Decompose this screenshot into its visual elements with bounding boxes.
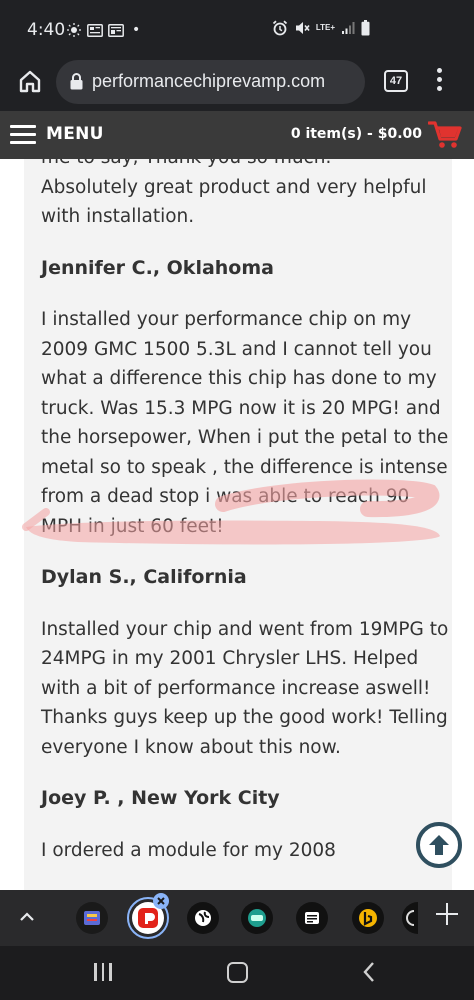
partial-app-icon[interactable] [402, 902, 418, 934]
home-icon [19, 70, 41, 93]
news-notification-icon [87, 23, 103, 37]
cart-icon[interactable] [428, 120, 462, 150]
review-text: I installed your performance chip on my … [41, 309, 449, 537]
browser-toolbar: performancechiprevamp.com 47 [0, 58, 474, 111]
tab-switcher-button[interactable]: 47 [384, 70, 408, 92]
battery-icon [361, 20, 370, 36]
add-app-button[interactable] [436, 903, 458, 925]
arrow-up-icon [429, 835, 449, 855]
chevron-up-icon[interactable] [16, 906, 38, 928]
reviewer-name: Joey P. , New York City [41, 787, 280, 809]
address-bar[interactable]: performancechiprevamp.com [56, 60, 365, 104]
kebab-dot [436, 86, 442, 91]
weather-icon [67, 23, 81, 37]
close-icon[interactable] [153, 893, 169, 909]
status-bar: 4:40 • LTE+ [0, 0, 474, 58]
signal-icon [342, 22, 355, 34]
chat-app-icon[interactable] [241, 902, 273, 934]
review-text-partial: me to say, Thank you so much. [41, 159, 451, 173]
alarm-icon [272, 20, 287, 36]
more-options-button[interactable] [434, 68, 444, 94]
reviewer-name: Dylan S., California [41, 566, 247, 588]
home-nav-button[interactable] [227, 962, 248, 983]
kebab-dot [436, 77, 442, 82]
lock-icon[interactable] [70, 73, 83, 90]
hamburger-icon[interactable] [10, 125, 36, 145]
mute-icon [295, 22, 310, 34]
bing-app-icon[interactable] [352, 902, 384, 934]
page-content: me to say, Thank you so much. Absolutely… [0, 159, 474, 890]
system-nav-bar [0, 946, 474, 1000]
recents-button[interactable] [94, 963, 112, 981]
menu-button[interactable]: MENU [46, 124, 104, 144]
news-app-icon[interactable] [76, 902, 108, 934]
review-text: Installed your chip and went from 19MPG … [41, 618, 449, 758]
browser-app-icon[interactable] [187, 902, 219, 934]
review-text: I ordered a module for my 2008 [41, 839, 336, 861]
site-nav-bar: MENU 0 item(s) - $0.00 [0, 111, 474, 159]
url-text[interactable]: performancechiprevamp.com [92, 71, 355, 92]
kebab-dot [436, 68, 442, 73]
network-type: LTE+ [315, 23, 335, 32]
news-notification-icon-2 [108, 23, 124, 37]
app-dock [0, 890, 474, 946]
reviewer-name: Jennifer C., Oklahoma [41, 256, 274, 279]
cart-summary[interactable]: 0 item(s) - $0.00 [291, 126, 422, 142]
more-notifications-dot: • [132, 22, 141, 38]
back-icon[interactable] [362, 961, 376, 983]
scroll-to-top-button[interactable] [416, 822, 462, 868]
testimonials-list: me to say, Thank you so much. Absolutely… [41, 159, 451, 865]
review-text: Absolutely great product and very helpfu… [41, 176, 427, 228]
home-button[interactable] [14, 66, 46, 98]
notification-icons: • [66, 22, 140, 38]
reader-app-icon[interactable] [296, 902, 328, 934]
system-status-icons: LTE+ [272, 20, 370, 36]
status-time: 4:40 [27, 20, 66, 40]
